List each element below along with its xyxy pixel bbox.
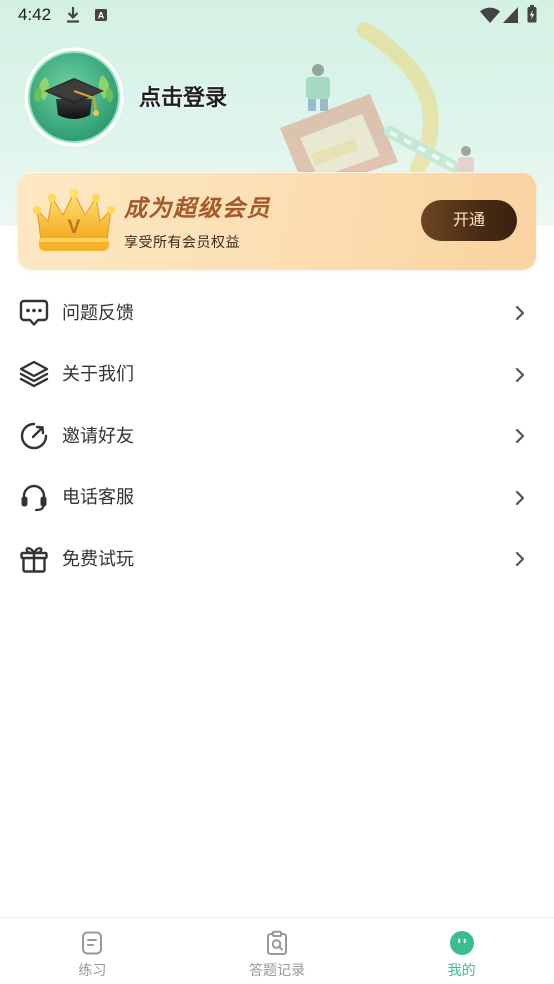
menu-label: 问题反馈 <box>62 302 134 323</box>
chevron-right-icon <box>515 305 525 321</box>
crown-icon: V <box>33 188 115 251</box>
nav-label: 答题记录 <box>249 962 305 978</box>
menu-item-free-trial[interactable]: 免费试玩 <box>0 528 554 590</box>
nav-tab-records[interactable]: 答题记录 <box>185 918 370 984</box>
practice-icon <box>82 931 103 955</box>
gift-icon <box>20 546 48 573</box>
layers-icon <box>19 361 49 388</box>
menu-label: 关于我们 <box>62 364 134 385</box>
vip-title: 成为超级会员 <box>124 195 271 221</box>
mine-icon <box>449 931 474 955</box>
feedback-icon <box>19 299 49 326</box>
chevron-right-icon <box>515 367 525 382</box>
menu-label: 电话客服 <box>62 487 134 508</box>
signal-icon <box>503 7 518 23</box>
menu-label: 免费试玩 <box>62 548 134 569</box>
status-time: 4:42 <box>18 5 52 24</box>
records-icon <box>267 930 287 955</box>
invite-icon <box>20 422 48 449</box>
chevron-right-icon <box>515 551 525 567</box>
bottom-nav: 练习 答题记录 我的 <box>0 917 554 984</box>
menu-item-about[interactable]: 关于我们 <box>0 344 554 406</box>
nav-label: 练习 <box>78 962 107 978</box>
headset-icon <box>21 485 47 512</box>
menu-item-phone-service[interactable]: 电话客服 <box>0 467 554 529</box>
chevron-right-icon <box>515 428 525 444</box>
menu-item-feedback[interactable]: 问题反馈 <box>0 282 554 344</box>
svg-text:V: V <box>68 217 81 238</box>
notification-a-icon: A <box>95 9 107 21</box>
wifi-icon <box>480 7 500 23</box>
vip-card[interactable]: V 成为超级会员 享受所有会员权益 开通 <box>18 172 536 270</box>
open-vip-button[interactable]: 开通 <box>421 200 517 241</box>
svg-text:A: A <box>98 11 105 21</box>
battery-icon <box>527 5 537 23</box>
avatar[interactable] <box>24 47 124 147</box>
chevron-right-icon <box>515 490 525 505</box>
menu-item-invite[interactable]: 邀请好友 <box>0 405 554 467</box>
status-bar: 4:42 A <box>0 0 554 30</box>
nav-label: 我的 <box>447 962 476 978</box>
vip-subtitle: 享受所有会员权益 <box>124 234 240 250</box>
nav-tab-mine[interactable]: 我的 <box>369 918 554 984</box>
download-icon <box>67 7 79 23</box>
login-label[interactable]: 点击登录 <box>139 84 227 112</box>
nav-tab-practice[interactable]: 练习 <box>0 918 185 984</box>
settings-menu: 问题反馈 关于我们 邀请好友 电话客服 免费试玩 <box>0 282 554 590</box>
menu-label: 邀请好友 <box>62 425 134 446</box>
